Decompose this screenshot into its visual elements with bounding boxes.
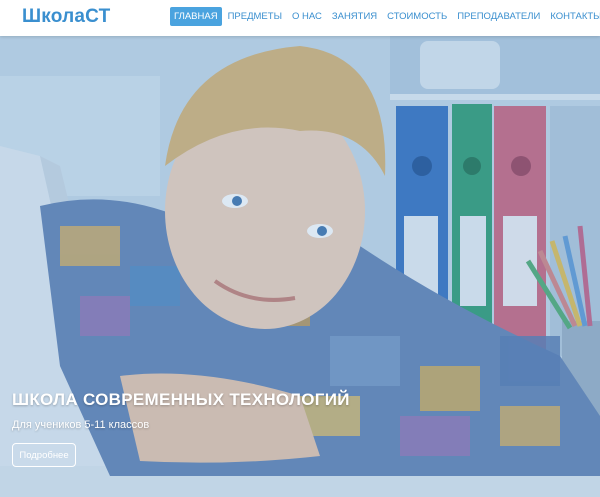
hero-subtitle: Для учеников 5-11 классов (12, 419, 150, 431)
site-header: ШколаСТ ГЛАВНАЯ ПРЕДМЕТЫ О НАС ЗАНЯТИЯ С… (0, 0, 600, 36)
nav-item-contacts[interactable]: КОНТАКТЫ (546, 7, 600, 26)
main-nav: ГЛАВНАЯ ПРЕДМЕТЫ О НАС ЗАНЯТИЯ СТОИМОСТЬ… (170, 7, 600, 26)
nav-item-pricing[interactable]: СТОИМОСТЬ (383, 7, 451, 26)
more-button[interactable]: Подробнее (12, 443, 76, 467)
nav-item-subjects[interactable]: ПРЕДМЕТЫ (224, 7, 286, 26)
nav-item-home[interactable]: ГЛАВНАЯ (170, 7, 222, 26)
hero-title: ШКОЛА СОВРЕМЕННЫХ ТЕХНОЛОГИЙ (12, 390, 350, 409)
nav-item-about[interactable]: О НАС (288, 7, 326, 26)
site-logo[interactable]: ШколаСТ (22, 6, 110, 28)
nav-item-classes[interactable]: ЗАНЯТИЯ (328, 7, 381, 26)
hero-banner: ШКОЛА СОВРЕМЕННЫХ ТЕХНОЛОГИЙ Для ученико… (0, 36, 600, 497)
nav-item-teachers[interactable]: ПРЕПОДАВАТЕЛИ (453, 7, 544, 26)
